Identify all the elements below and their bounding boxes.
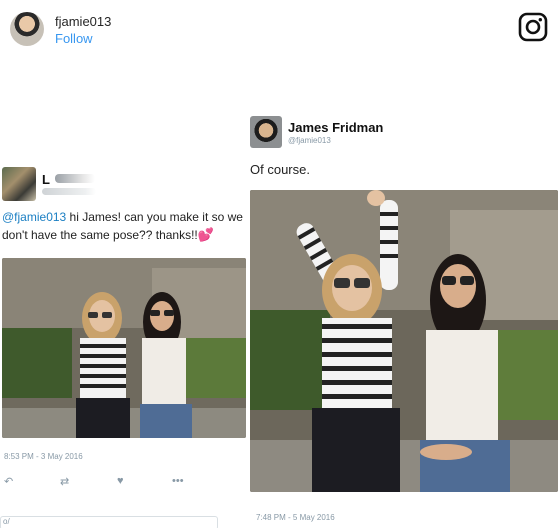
retweet-icon[interactable]: ⇄ <box>60 475 69 488</box>
requester-avatar[interactable] <box>2 167 36 201</box>
author-handle[interactable]: @fjamie013 <box>288 136 331 145</box>
mention-link[interactable]: @fjamie013 <box>2 210 66 224</box>
request-timestamp[interactable]: 8:53 PM - 3 May 2016 <box>4 452 83 461</box>
requester-name[interactable]: L <box>42 172 50 187</box>
reply-timestamp[interactable]: 7:48 PM - 5 May 2016 <box>256 513 335 522</box>
instagram-header: fjamie013 Follow <box>0 0 560 60</box>
author-avatar[interactable] <box>250 116 282 148</box>
request-tweet: L @fjamie013 hi James! can you make it s… <box>0 160 248 528</box>
author-name[interactable]: James Fridman <box>288 120 383 135</box>
more-icon[interactable]: ••• <box>172 475 184 487</box>
heart-emoji-icon: 💕 <box>197 227 214 242</box>
request-tweet-text: @fjamie013 hi James! can you make it so … <box>2 208 246 244</box>
edited-photo[interactable] <box>250 190 558 492</box>
instagram-logo-icon[interactable] <box>518 12 548 42</box>
original-photo[interactable] <box>2 258 246 438</box>
tweet-actions: ↶ ⇄ ♥ ••• <box>4 475 204 489</box>
handle-redaction <box>42 188 96 195</box>
reply-input[interactable]: o/ <box>0 516 218 528</box>
follow-button[interactable]: Follow <box>55 31 93 46</box>
profile-avatar[interactable] <box>10 12 44 46</box>
profile-username[interactable]: fjamie013 <box>55 14 111 29</box>
name-redaction <box>55 174 95 183</box>
reply-icon[interactable]: ↶ <box>4 475 13 488</box>
reply-tweet: James Fridman @fjamie013 Of course. 7:48… <box>248 110 560 528</box>
reply-tweet-text: Of course. <box>250 162 310 177</box>
like-icon[interactable]: ♥ <box>117 475 124 487</box>
